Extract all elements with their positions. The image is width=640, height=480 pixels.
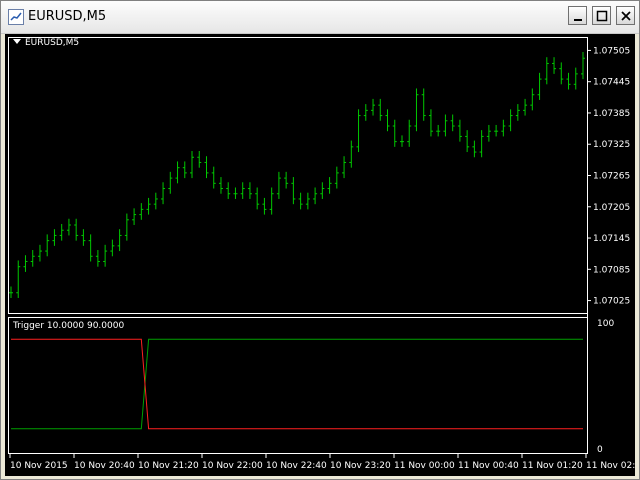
- price-bars: [9, 51, 585, 298]
- dropdown-triangle-icon[interactable]: [13, 39, 21, 44]
- trigger-green-line: [11, 338, 583, 430]
- price-tick-label: 1.07505: [593, 46, 630, 56]
- time-tick-label: 11 Nov 01:20: [522, 461, 583, 471]
- price-axis-labels: 1.07505 1.07445 1.07385 1.07325 1.07265 1.072…: [587, 46, 630, 307]
- price-tick-label: 1.07325: [593, 140, 630, 150]
- price-tick-label: 1.07085: [593, 265, 630, 275]
- trigger-red-line: [11, 338, 583, 430]
- time-tick-label: 10 Nov 23:20: [330, 461, 391, 471]
- time-tick-label: 10 Nov 22:40: [266, 461, 327, 471]
- indicator-lines: [11, 338, 583, 430]
- time-tick-label: 11 Nov 00:00: [394, 461, 455, 471]
- symbol-text: EURUSD,M5: [25, 38, 80, 48]
- price-tick-label: 1.07025: [593, 297, 630, 307]
- chart-window: EURUSD,M5 1.07505 1.07445 1.07385 1.07325 1.…: [0, 0, 640, 480]
- time-tick-label: 10 Nov 2015: [10, 461, 68, 471]
- time-tick-label: 11 Nov 02:0: [586, 461, 635, 471]
- indicator-scale-bottom: 0: [597, 445, 603, 455]
- main-plot-frame: [8, 37, 588, 314]
- price-tick-label: 1.07385: [593, 109, 630, 119]
- indicator-plot-frame: [8, 317, 588, 454]
- price-tick-label: 1.07445: [593, 78, 630, 88]
- time-tick-label: 10 Nov 22:00: [202, 461, 263, 471]
- window-title: EURUSD,M5: [28, 9, 107, 24]
- chart-area[interactable]: 1.07505 1.07445 1.07385 1.07325 1.07265 1.072…: [5, 34, 635, 476]
- chart-symbol-label[interactable]: EURUSD,M5: [13, 38, 80, 48]
- title-bar[interactable]: EURUSD,M5: [1, 1, 639, 34]
- time-tick-label: 10 Nov 20:40: [74, 461, 135, 471]
- minimize-button[interactable]: [568, 6, 587, 25]
- time-axis-labels: 10 Nov 2015 10 Nov 20:40 10 Nov 21:20 10 No…: [9, 454, 635, 471]
- chart-window-icon: [8, 9, 24, 25]
- price-tick-label: 1.07145: [593, 234, 630, 244]
- time-tick-label: 11 Nov 00:40: [458, 461, 519, 471]
- indicator-scale-top: 100: [597, 319, 614, 329]
- price-chart-svg[interactable]: 1.07505 1.07445 1.07385 1.07325 1.07265 1.072…: [5, 34, 635, 476]
- price-tick-label: 1.07205: [593, 203, 630, 213]
- indicator-label: Trigger 10.0000 90.0000: [13, 321, 125, 331]
- maximize-button[interactable]: [592, 6, 611, 25]
- time-tick-label: 10 Nov 21:20: [138, 461, 199, 471]
- price-tick-label: 1.07265: [593, 172, 630, 182]
- close-button[interactable]: [616, 6, 635, 25]
